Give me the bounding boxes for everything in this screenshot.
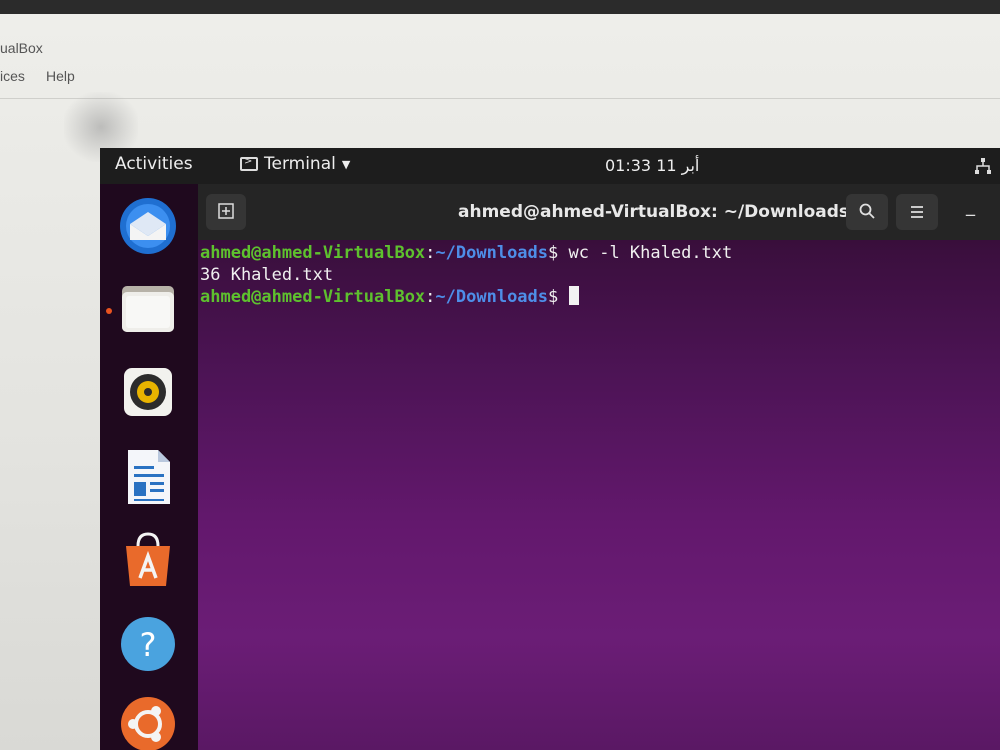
app-menu-label: Terminal [264,154,336,174]
terminal-icon: > [240,156,258,171]
command-text: wc -l Khaled.txt [568,243,733,263]
ubuntu-software-icon[interactable] [116,528,180,592]
host-menu-devices[interactable]: ices [0,68,25,84]
dock: ? [100,184,198,750]
terminal-window[interactable]: ahmed@ahmed-VirtualBox: ~/Downloads _ ah… [198,184,1000,750]
clock[interactable]: أبر 11 01:33 [605,156,699,175]
search-button[interactable] [846,194,888,230]
command-output: 36 Khaled.txt [200,265,334,285]
running-indicator [106,308,112,314]
libreoffice-writer-icon[interactable] [116,444,180,508]
hamburger-menu-button[interactable] [896,194,938,230]
prompt-user: ahmed@ahmed-VirtualBox [200,287,426,307]
terminal-headerbar: ahmed@ahmed-VirtualBox: ~/Downloads _ [198,184,1000,240]
prompt-symbol: $ [548,243,569,263]
rhythmbox-icon[interactable] [116,360,180,424]
search-icon [859,203,875,219]
prompt-separator: : [425,287,436,307]
prompt-user: ahmed@ahmed-VirtualBox [200,243,426,263]
host-menu-help[interactable]: Help [46,68,75,84]
prompt-separator: : [425,243,436,263]
new-tab-button[interactable] [206,194,246,230]
terminal-line: ahmed@ahmed-VirtualBox:~/Downloads$ wc -… [200,242,1000,264]
ubuntu-icon[interactable] [116,692,180,750]
activities-button[interactable]: Activities [115,154,193,174]
photo-stage: ualBox ices Help Activities > Terminal ▼… [0,0,1000,750]
app-menu[interactable]: > Terminal ▼ [240,154,350,174]
files-icon[interactable] [116,276,180,340]
chevron-down-icon: ▼ [341,157,351,171]
ubuntu-vm-screen: Activities > Terminal ▼ أبر 11 01:33 ? a… [100,148,1000,750]
hamburger-icon [911,206,923,218]
terminal-line: 36 Khaled.txt [200,264,1000,286]
gnome-top-bar: Activities > Terminal ▼ أبر 11 01:33 [100,148,1000,184]
text-cursor [568,286,579,305]
svg-text:?: ? [140,626,157,664]
help-icon[interactable]: ? [116,612,180,676]
host-divider [0,98,1000,99]
host-window-title: ualBox [0,40,43,56]
minimize-icon: _ [966,196,975,217]
terminal-line: ahmed@ahmed-VirtualBox:~/Downloads$ [200,286,1000,308]
prompt-symbol: $ [548,287,569,307]
prompt-path: ~/Downloads [435,243,549,263]
new-tab-icon [218,203,234,219]
thunderbird-icon[interactable] [116,194,180,258]
terminal-title: ahmed@ahmed-VirtualBox: ~/Downloads [458,202,850,222]
terminal-output[interactable]: ahmed@ahmed-VirtualBox:~/Downloads$ wc -… [198,242,1000,742]
minimize-button[interactable]: _ [966,196,975,217]
network-icon[interactable] [974,157,992,179]
prompt-path: ~/Downloads [435,287,549,307]
